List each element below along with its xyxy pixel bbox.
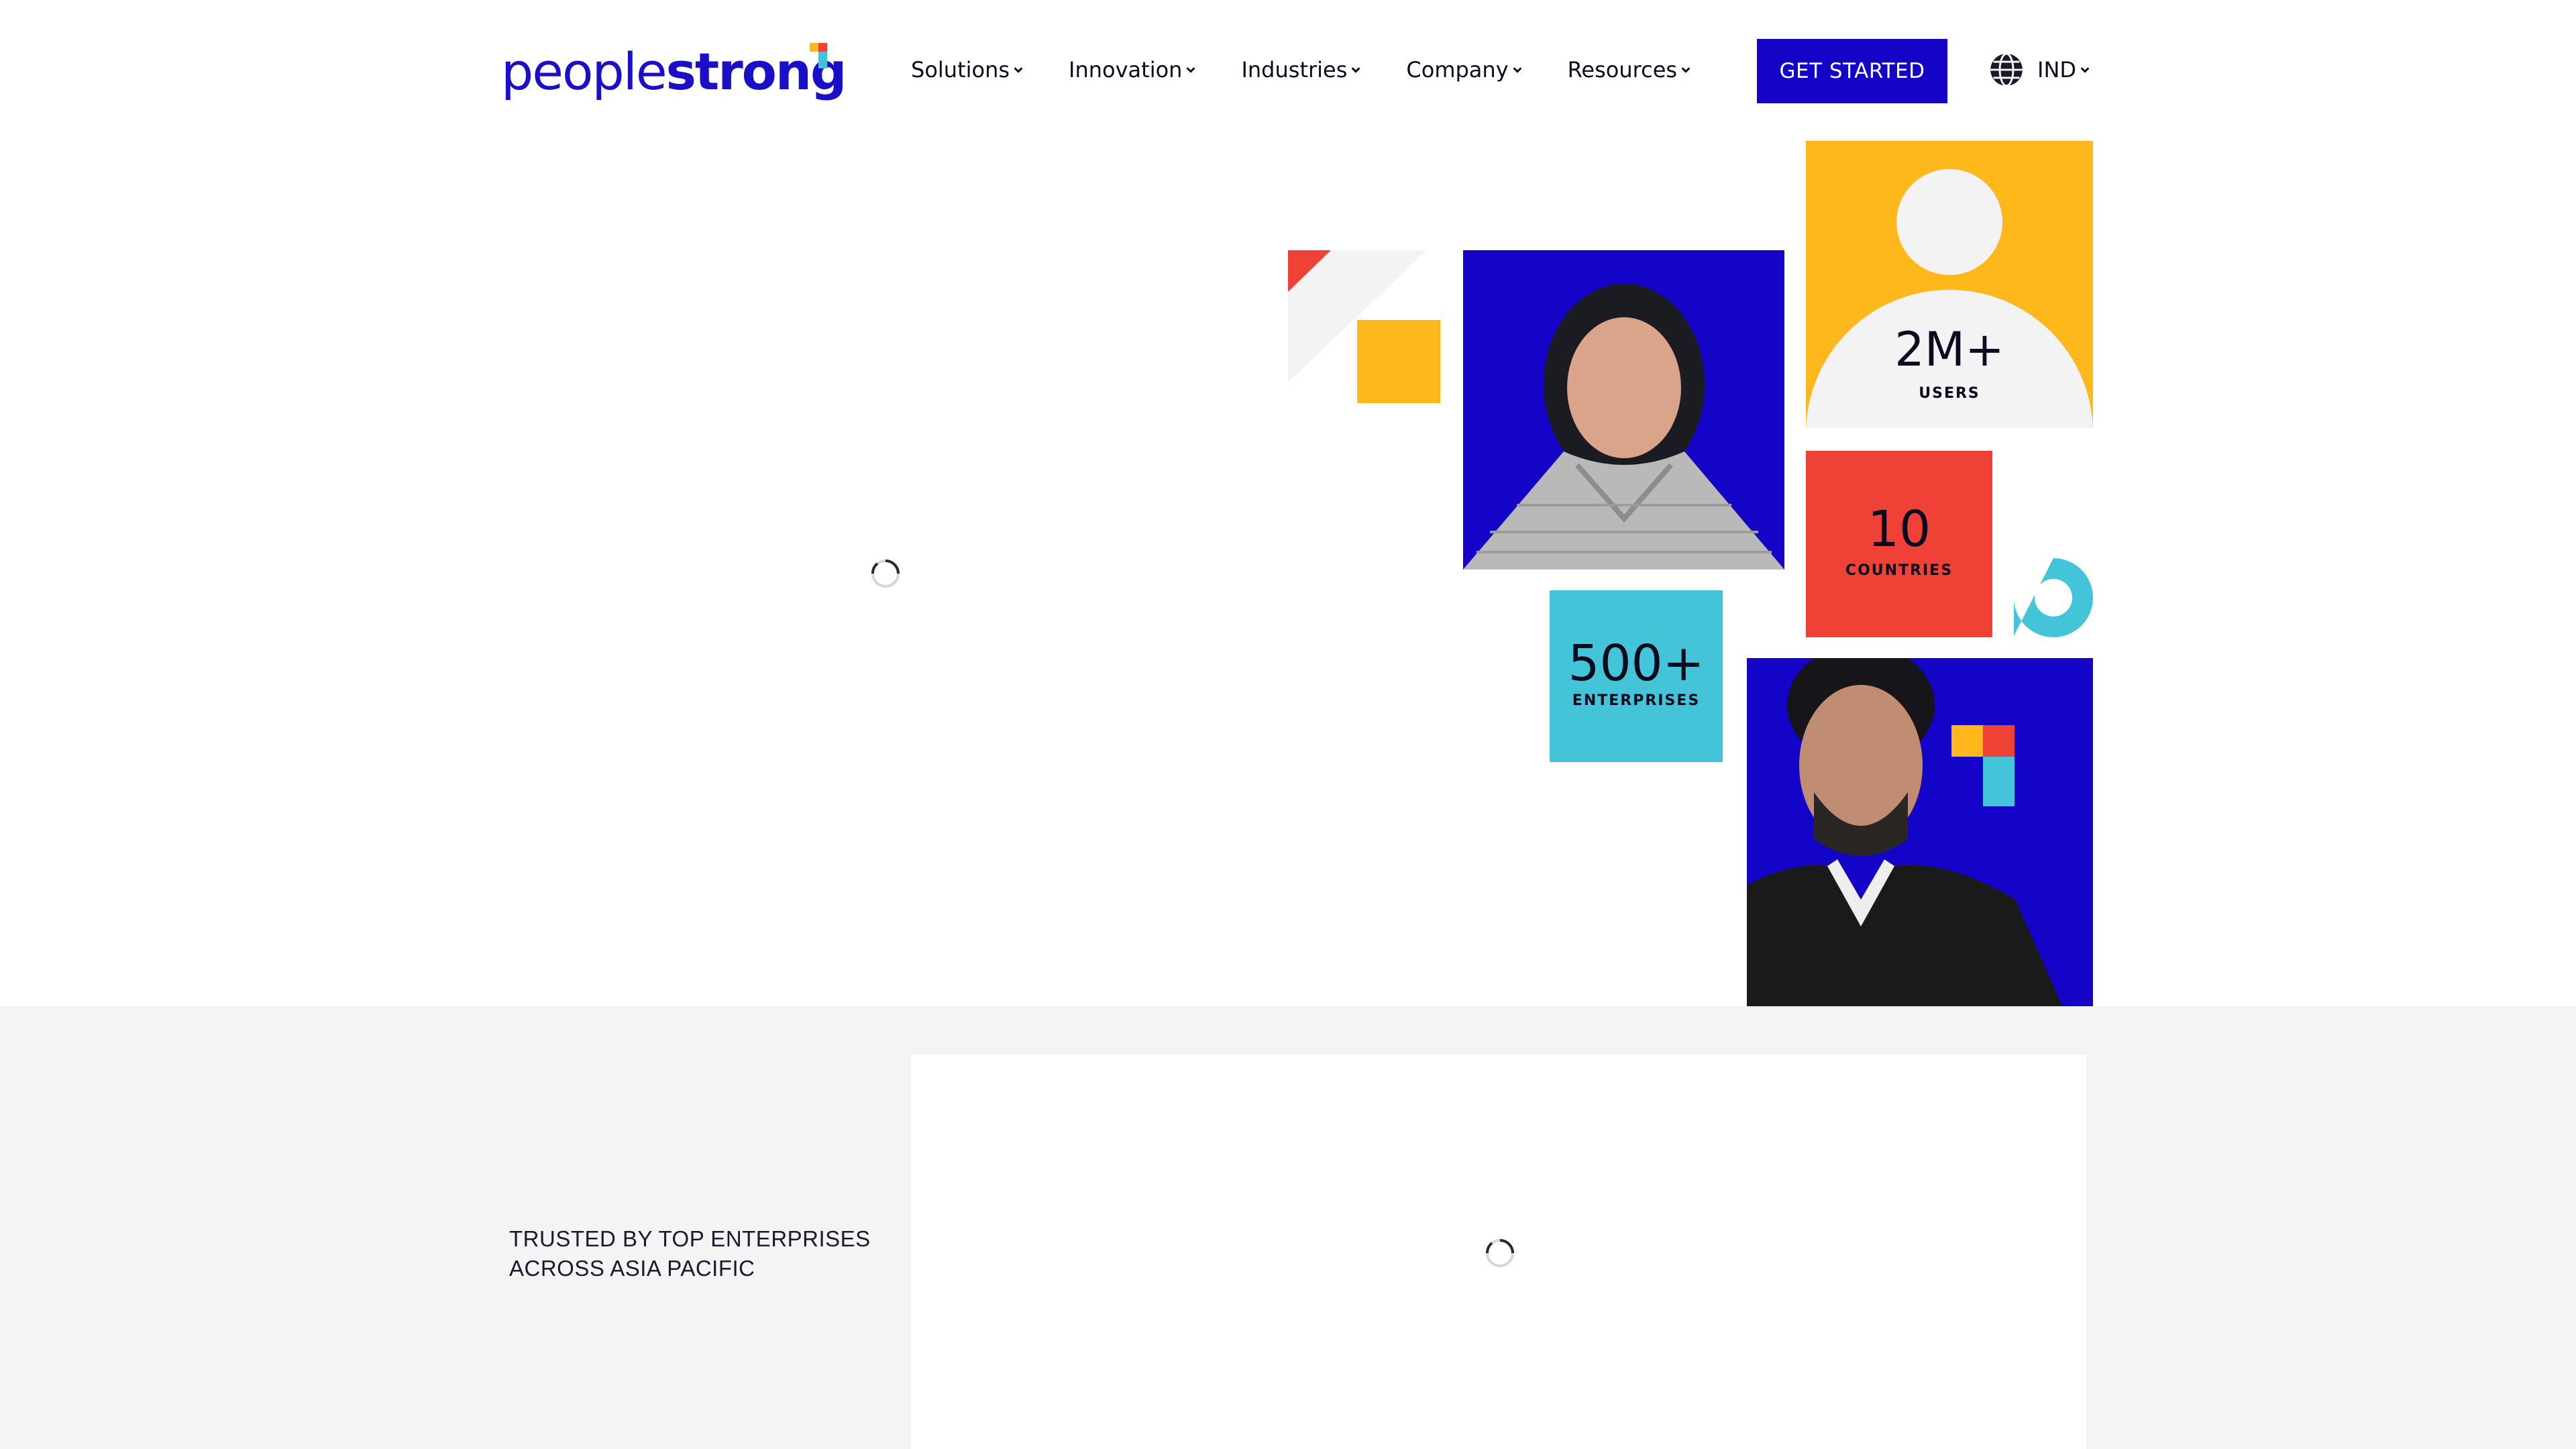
location-pin-shape [2014, 558, 2093, 637]
nav-item-company[interactable]: Company [1406, 57, 1523, 83]
yellow-square-shape [1357, 320, 1440, 403]
spinner-icon [871, 559, 900, 588]
logo-wordmark: peoplestrong [501, 42, 847, 101]
get-started-button[interactable]: GET STARTED [1757, 39, 1947, 103]
gray-triangle-shape [1288, 250, 1427, 382]
main-nav: Solutions Innovation Industries Company … [911, 52, 1736, 87]
chevron-down-icon [1681, 67, 1690, 73]
nav-label: Resources [1567, 57, 1678, 83]
person-illustration [1463, 284, 1784, 570]
client-logos-panel [911, 1055, 2086, 1449]
chevron-down-icon [1187, 67, 1195, 73]
chevron-down-icon [1351, 67, 1360, 73]
stat-card-users: 2M+ USERS [1806, 141, 2093, 428]
stat-card-enterprises: 500+ ENTERPRISES [1550, 590, 1723, 762]
user-avatar-shape [1896, 169, 2002, 275]
stat-card-countries: 10 COUNTRIES [1806, 451, 1992, 637]
stat-label: USERS [1919, 385, 1980, 402]
nav-item-resources[interactable]: Resources [1568, 57, 1692, 83]
trusted-heading: TRUSTED BY TOP ENTERPRISES ACROSS ASIA P… [509, 1224, 885, 1283]
trusted-heading-line1: TRUSTED BY TOP ENTERPRISES [509, 1226, 871, 1251]
nav-label: Industries [1241, 57, 1348, 83]
chevron-down-icon [1513, 67, 1522, 73]
trusted-heading-line2: ACROSS ASIA PACIFIC [509, 1256, 755, 1281]
hero-collage-shapes [1288, 250, 2093, 637]
trusted-by-section: TRUSTED BY TOP ENTERPRISES ACROSS ASIA P… [0, 1006, 2576, 1449]
nav-item-innovation[interactable]: Innovation [1069, 57, 1197, 83]
stat-label: COUNTRIES [1845, 562, 1953, 579]
person-illustration [1747, 658, 2062, 1006]
globe-icon [1990, 52, 2023, 87]
chevron-down-icon [1014, 67, 1023, 73]
red-triangle-shape [1288, 250, 1331, 292]
testimonial-photo-man [1747, 658, 2093, 1006]
nav-item-industries[interactable]: Industries [1241, 57, 1362, 83]
locale-selector[interactable]: IND [1989, 52, 2091, 87]
stat-value: 2M+ [1894, 322, 2004, 377]
locale-label: IND [2037, 57, 2077, 83]
testimonial-photo-woman [1463, 250, 1784, 570]
stat-value: 500+ [1568, 635, 1705, 692]
nav-label: Solutions [911, 57, 1010, 83]
nav-item-solutions[interactable]: Solutions [911, 57, 1024, 83]
site-header: peoplestrong Solutions Innovation Indust… [0, 0, 2576, 140]
stat-label: ENTERPRISES [1572, 692, 1701, 709]
logo-mark-icon [810, 43, 827, 68]
nav-label: Company [1406, 57, 1509, 83]
spinner-icon [1485, 1239, 1514, 1267]
stat-value: 10 [1867, 500, 1931, 558]
peoplestrong-logo[interactable]: peoplestrong [501, 42, 847, 102]
chevron-down-icon [2080, 67, 2090, 73]
nav-label: Innovation [1069, 57, 1183, 83]
